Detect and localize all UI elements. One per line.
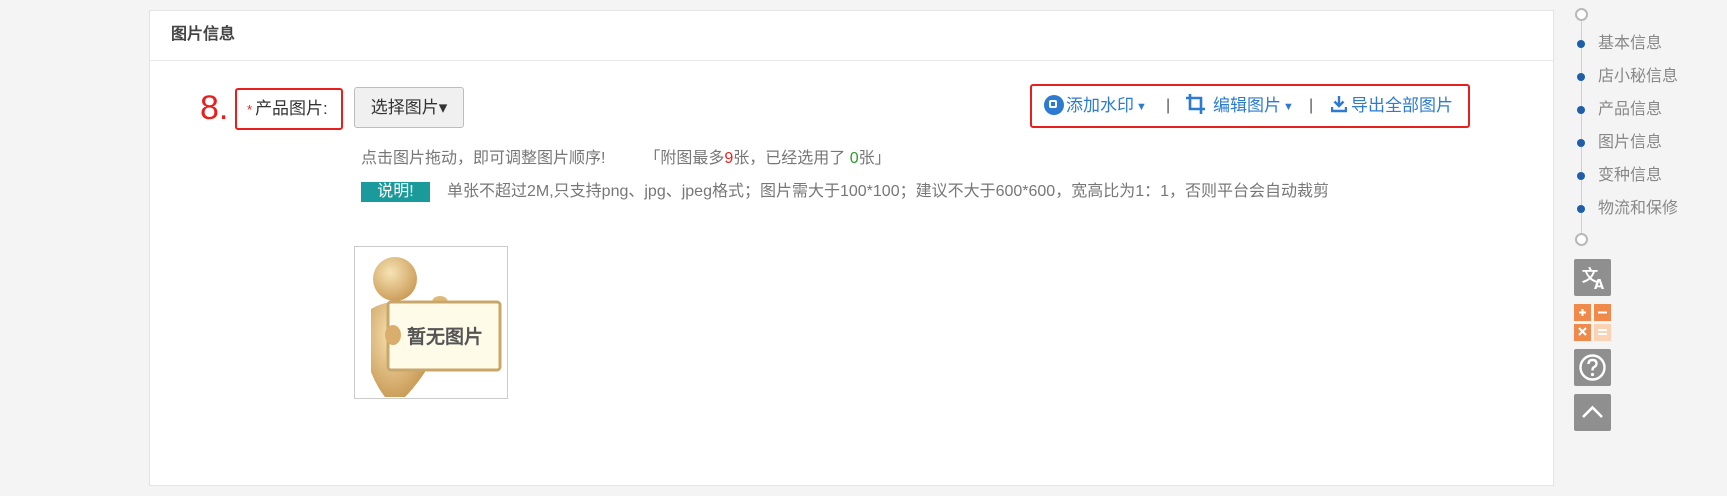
chevron-down-icon: ▼ xyxy=(1136,101,1147,113)
back-to-top-icon xyxy=(1582,405,1603,418)
anchor-nav-label: 图片信息 xyxy=(1598,134,1663,151)
drag-hint-text: 点击图片拖动，即可调整图片顺序! xyxy=(361,150,606,167)
no-image-text: 暂无图片 xyxy=(407,325,483,348)
calculator-icon xyxy=(1574,304,1611,341)
nav-dot-icon xyxy=(1577,172,1585,180)
step-number: 8. xyxy=(200,89,229,127)
export-all-images-button[interactable]: 导出全部图片 xyxy=(1330,86,1453,126)
anchor-nav-top-ring xyxy=(1575,8,1588,21)
anchor-nav-label: 基本信息 xyxy=(1598,35,1663,52)
watermark-icon xyxy=(1044,95,1064,115)
max-count: 9 xyxy=(724,150,734,167)
anchor-nav-label: 变种信息 xyxy=(1598,167,1663,184)
svg-text:A: A xyxy=(1594,278,1604,293)
translate-button[interactable]: 文 A xyxy=(1574,259,1611,296)
download-icon xyxy=(1330,96,1348,113)
section-title: 图片信息 xyxy=(150,11,1553,61)
help-icon xyxy=(1579,354,1606,381)
note-badge: 说明! xyxy=(361,182,430,202)
toolbar-separator: | xyxy=(1309,97,1314,114)
max-prefix: 「附图最多 xyxy=(644,150,725,167)
max-suffix: 张」 xyxy=(858,150,891,167)
chevron-down-icon: ▼ xyxy=(1283,101,1294,113)
selected-count: 0 xyxy=(849,150,859,167)
image-order-hint: 点击图片拖动，即可调整图片顺序! 「附图最多9张，已经选用了 0张」 xyxy=(361,148,891,170)
note-text: 单张不超过2M,只支持png、jpg、jpeg格式；图片需大于100*100；建… xyxy=(447,183,1330,200)
translate-icon: 文 A xyxy=(1582,266,1604,293)
anchor-nav-bottom-ring xyxy=(1575,233,1588,246)
nav-dot-icon xyxy=(1577,205,1585,213)
image-placeholder[interactable]: 暂无图片 xyxy=(354,246,508,399)
choose-image-button[interactable]: 选择图片▾ xyxy=(354,87,464,128)
toolbar-separator: | xyxy=(1166,97,1171,114)
nav-dot-icon xyxy=(1577,40,1585,48)
required-mark: * xyxy=(247,102,253,117)
calculator-button[interactable] xyxy=(1574,304,1611,341)
anchor-nav-label: 店小秘信息 xyxy=(1598,68,1679,85)
product-image-label: * 产品图片: xyxy=(235,88,343,130)
export-all-images-label: 导出全部图片 xyxy=(1351,96,1453,115)
add-watermark-button[interactable]: 添加水印 ▼ xyxy=(1044,86,1147,127)
nav-dot-icon xyxy=(1577,139,1585,147)
nav-dot-icon xyxy=(1577,106,1585,114)
edit-image-button[interactable]: 编辑图片 ▼ xyxy=(1185,86,1294,127)
crop-icon xyxy=(1186,94,1205,114)
add-watermark-label: 添加水印 xyxy=(1066,96,1134,115)
edit-image-label: 编辑图片 xyxy=(1213,96,1281,115)
help-button[interactable] xyxy=(1574,349,1611,386)
nav-dot-icon xyxy=(1577,73,1585,81)
product-image-label-text: 产品图片: xyxy=(255,99,328,118)
anchor-nav-label: 物流和保修 xyxy=(1598,200,1679,217)
no-image-illustration: 暂无图片 xyxy=(371,257,502,397)
image-toolbar: 添加水印 ▼ | 编辑图片 ▼ | 导出全部图片 xyxy=(1030,84,1470,128)
max-middle: 张，已经选用了 xyxy=(733,150,846,167)
back-to-top-button[interactable] xyxy=(1574,394,1611,431)
anchor-nav-label: 产品信息 xyxy=(1598,101,1663,118)
